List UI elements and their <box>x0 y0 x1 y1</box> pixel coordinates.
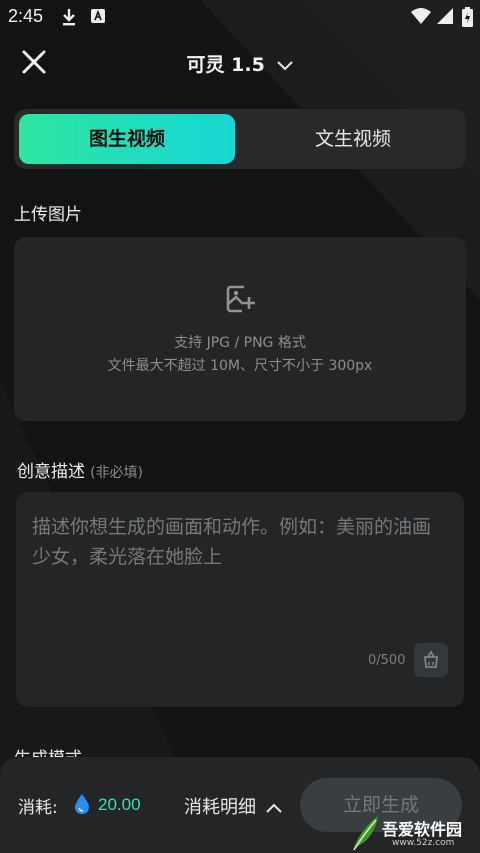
clear-text-button[interactable] <box>414 643 448 677</box>
add-image-icon <box>226 285 255 313</box>
top-bar: 可灵 1.5 <box>0 38 480 84</box>
app-notification-icon <box>91 9 105 23</box>
chevron-up-icon <box>266 803 282 813</box>
watermark: 吾爱软件园 www.52z.com <box>350 812 478 852</box>
chevron-down-icon <box>277 60 294 70</box>
image-upload-area[interactable]: 支持 JPG / PNG 格式 文件最大不超过 10M、尺寸不小于 300px <box>14 237 466 421</box>
upload-size-hint: 文件最大不超过 10M、尺寸不小于 300px <box>107 358 373 374</box>
tab-image-to-video[interactable]: 图生视频 <box>19 114 235 164</box>
cost-label: 消耗: <box>18 798 58 818</box>
watermark-text: 吾爱软件园 <box>382 820 463 839</box>
description-label-row: 创意描述 (非必填) <box>17 457 143 482</box>
download-icon <box>63 9 75 26</box>
cost-detail-toggle[interactable]: 消耗明细 <box>184 793 282 819</box>
cost-detail-label: 消耗明细 <box>184 797 256 818</box>
credit-drop-icon <box>75 794 89 814</box>
upload-format-hint: 支持 JPG / PNG 格式 <box>174 335 306 351</box>
battery-icon <box>462 7 473 27</box>
leaf-logo-icon <box>353 816 378 851</box>
model-selector[interactable]: 可灵 1.5 <box>0 50 480 77</box>
eraser-icon <box>424 650 438 668</box>
watermark-url: www.52z.com <box>392 838 455 848</box>
tab-text-to-video[interactable]: 文生视频 <box>245 114 461 164</box>
cost-value: 20.00 <box>98 795 141 814</box>
wifi-icon <box>411 8 431 24</box>
character-counter: 0/500 <box>368 653 406 668</box>
description-section-label: 创意描述 <box>17 462 85 482</box>
mode-tabs: 图生视频 文生视频 <box>14 109 466 169</box>
signal-icon <box>437 8 453 24</box>
status-bar: 2:45 <box>0 0 480 34</box>
optional-hint: (非必填) <box>90 465 144 481</box>
upload-section-label: 上传图片 <box>14 205 82 225</box>
status-time: 2:45 <box>8 6 44 26</box>
description-input[interactable]: 描述你想生成的画面和动作。例如：美丽的油画少女，柔光落在她脸上 0/500 <box>16 492 464 707</box>
description-placeholder: 描述你想生成的画面和动作。例如：美丽的油画少女，柔光落在她脸上 <box>32 516 432 568</box>
model-title: 可灵 1.5 <box>186 54 265 76</box>
